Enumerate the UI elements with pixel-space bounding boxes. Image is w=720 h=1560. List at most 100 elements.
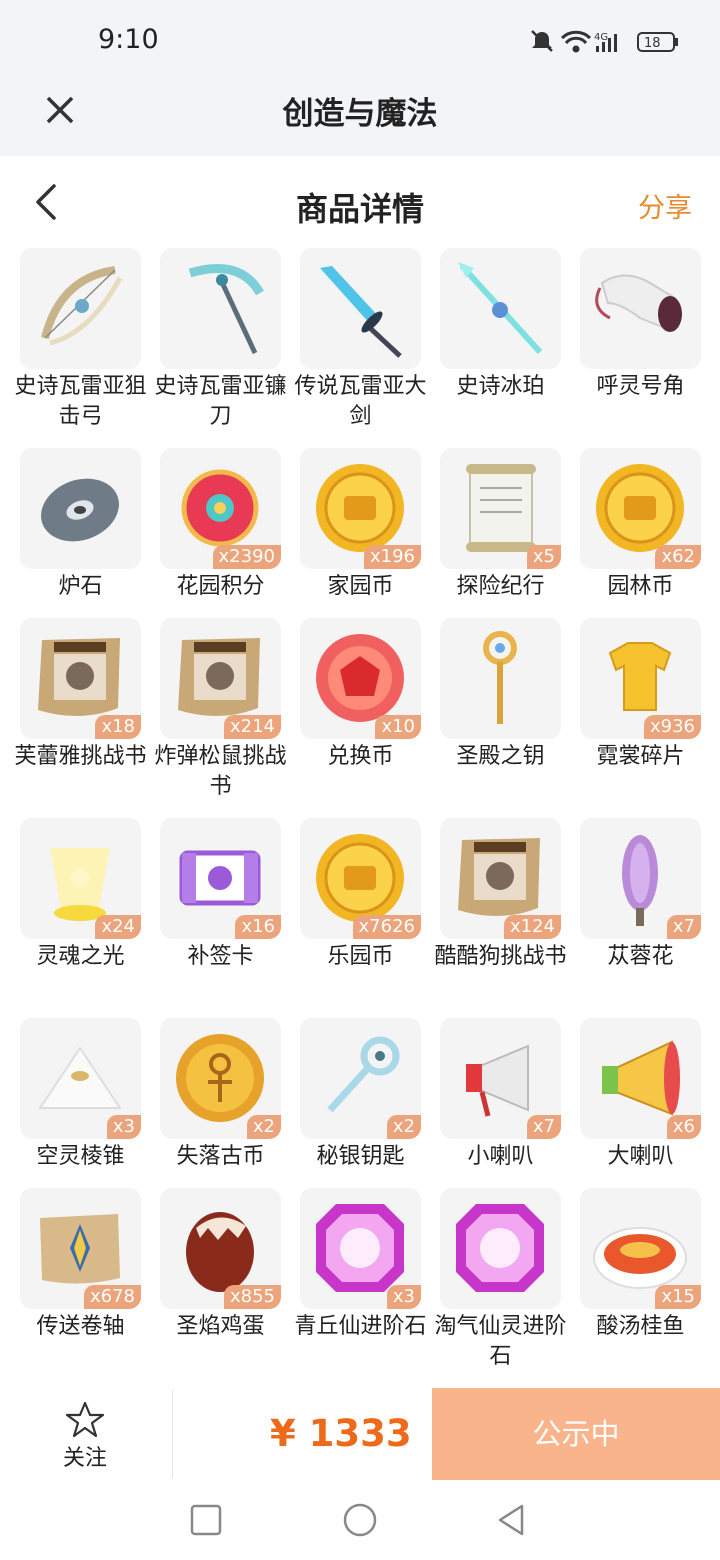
item-name: 传说瓦雷亚大剑 — [294, 374, 427, 429]
item-card — [20, 448, 141, 569]
battery-icon: 18 — [637, 32, 678, 52]
quantity-badge: x855 — [223, 1285, 281, 1309]
item-name: 乐园币 — [327, 944, 394, 969]
item-card — [300, 248, 421, 369]
quantity-badge: x678 — [83, 1285, 141, 1309]
quantity-badge: x6 — [666, 1115, 701, 1139]
share-button[interactable]: 分享 — [638, 186, 692, 225]
item-name: 史诗冰珀 — [456, 374, 545, 399]
follow-button[interactable]: 关注 — [50, 1400, 120, 1472]
item-card: x936 — [580, 618, 701, 739]
home-icon[interactable] — [342, 1502, 378, 1538]
item-name: 芙蕾雅挑战书 — [14, 744, 147, 769]
recents-icon[interactable] — [188, 1502, 224, 1538]
bottom-bar: 关注 ¥ 1333 公示中 — [0, 1388, 720, 1480]
item-card — [440, 1188, 561, 1309]
item-card: x2 — [300, 1018, 421, 1139]
item-card: x196 — [300, 448, 421, 569]
item-card: x16 — [160, 818, 281, 939]
item-card — [440, 618, 561, 739]
item-card: x678 — [20, 1188, 141, 1309]
item-card: x24 — [20, 818, 141, 939]
item-name: 圣殿之钥 — [456, 744, 545, 769]
app-bar: 创造与魔法 — [0, 80, 720, 156]
item-name: 花园积分 — [176, 574, 265, 599]
item-card: x6 — [580, 1018, 701, 1139]
quantity-badge: x62 — [655, 545, 701, 569]
status-button[interactable]: 公示中 — [432, 1388, 720, 1480]
item-card: x2390 — [160, 448, 281, 569]
item-name: 呼灵号角 — [596, 374, 685, 399]
nav-bar: 商品详情 分享 — [0, 156, 720, 248]
wifi-icon — [560, 30, 592, 53]
item-name: 青丘仙进阶石 — [294, 1314, 427, 1339]
pink-gem-icon — [456, 1204, 544, 1292]
item-name: 炉石 — [58, 574, 103, 599]
quantity-badge: x16 — [235, 915, 281, 939]
item-card: x2 — [160, 1018, 281, 1139]
item-name: 兑换币 — [327, 744, 394, 769]
network-type: 4G — [594, 32, 608, 43]
item-name: 史诗瓦雷亚狙击弓 — [14, 374, 147, 429]
item-card — [160, 248, 281, 369]
item-name: 霓裳碎片 — [596, 744, 685, 769]
status-bar: 9:10 4G 18 — [0, 0, 720, 80]
svg-text:18: 18 — [644, 36, 661, 51]
item-name: 家园币 — [327, 574, 394, 599]
quantity-badge: x2 — [386, 1115, 421, 1139]
back-nav-icon[interactable] — [494, 1502, 530, 1538]
item-card: x855 — [160, 1188, 281, 1309]
item-name: 酷酷狗挑战书 — [434, 944, 567, 969]
greatsword-icon — [320, 266, 402, 358]
item-card: x214 — [160, 618, 281, 739]
item-name: 圣焰鸡蛋 — [176, 1314, 265, 1339]
item-name: 传送卷轴 — [36, 1314, 125, 1339]
item-name: 苁蓉花 — [607, 944, 674, 969]
divider — [172, 1390, 173, 1478]
item-name: 大喇叭 — [607, 1144, 674, 1169]
quantity-badge: x10 — [375, 715, 421, 739]
quantity-badge: x24 — [95, 915, 141, 939]
item-card — [440, 248, 561, 369]
bow-icon — [41, 266, 123, 346]
quantity-badge: x3 — [386, 1285, 421, 1309]
item-card: x15 — [580, 1188, 701, 1309]
star-icon — [65, 1401, 105, 1438]
item-card: x124 — [440, 818, 561, 939]
item-name: 炸弹松鼠挑战书 — [154, 744, 287, 799]
page-title: 商品详情 — [295, 190, 424, 228]
item-name: 空灵棱锥 — [36, 1144, 125, 1169]
item-name: 淘气仙灵进阶石 — [434, 1314, 567, 1369]
quantity-badge: x124 — [503, 915, 561, 939]
quantity-badge: x936 — [643, 715, 701, 739]
status-time: 9:10 — [98, 24, 159, 55]
item-card: x5 — [440, 448, 561, 569]
item-name: 史诗瓦雷亚镰刀 — [154, 374, 287, 429]
item-name: 探险纪行 — [456, 574, 545, 599]
item-card: x10 — [300, 618, 421, 739]
item-name: 失落古币 — [176, 1144, 265, 1169]
quantity-badge: x7 — [526, 1115, 561, 1139]
follow-label: 关注 — [62, 1446, 107, 1471]
quantity-badge: x5 — [526, 545, 561, 569]
quantity-badge: x2 — [246, 1115, 281, 1139]
item-name: 灵魂之光 — [36, 944, 125, 969]
item-card — [580, 248, 701, 369]
horn-icon — [595, 274, 682, 332]
item-card: x7 — [440, 1018, 561, 1139]
quantity-badge: x7 — [666, 915, 701, 939]
item-card: x3 — [300, 1188, 421, 1309]
quantity-badge: x3 — [106, 1115, 141, 1139]
scythe-icon — [188, 264, 264, 355]
quantity-badge: x196 — [363, 545, 421, 569]
item-card: x62 — [580, 448, 701, 569]
item-name: 小喇叭 — [467, 1144, 534, 1169]
item-card: x18 — [20, 618, 141, 739]
golden-key-icon — [483, 631, 517, 724]
quantity-badge: x214 — [223, 715, 281, 739]
quantity-badge: x7626 — [352, 915, 421, 939]
quantity-badge: x18 — [95, 715, 141, 739]
item-card: x7 — [580, 818, 701, 939]
mute-bell-icon — [531, 30, 553, 52]
quantity-badge: x15 — [655, 1285, 701, 1309]
